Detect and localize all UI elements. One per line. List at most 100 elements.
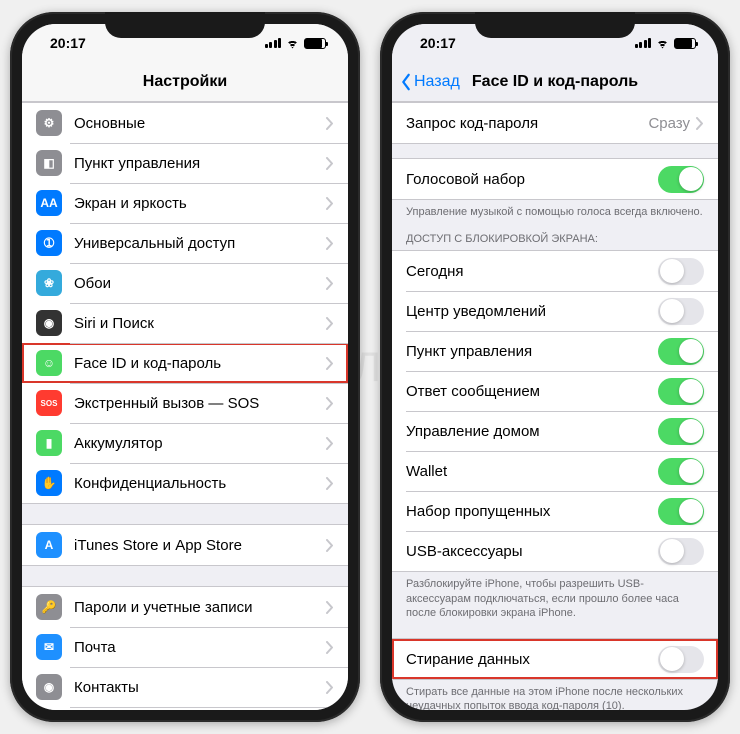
chevron-right-icon xyxy=(326,601,334,614)
sos-icon: SOS xyxy=(36,390,62,416)
row-label: Центр уведомлений xyxy=(406,303,658,320)
row-notif[interactable]: Центр уведомлений xyxy=(392,291,718,331)
status-indicators xyxy=(265,38,327,49)
siri-icon: ◉ xyxy=(36,310,62,336)
store-icon: A xyxy=(36,532,62,558)
signal-icon xyxy=(635,38,652,48)
row-accessibility[interactable]: ➀Универсальный доступ xyxy=(22,223,348,263)
screen-left: 20:17 Настройки ⚙︎Основные◧Пункт управле… xyxy=(22,24,348,710)
row-label: Набор пропущенных xyxy=(406,503,658,520)
chevron-right-icon xyxy=(326,641,334,654)
passwords-icon: 🔑 xyxy=(36,594,62,620)
row-label: Wallet xyxy=(406,463,658,480)
row-label: Экстренный вызов — SOS xyxy=(74,395,326,412)
row-missed[interactable]: Набор пропущенных xyxy=(392,491,718,531)
row-label: iTunes Store и App Store xyxy=(74,537,326,554)
row-wallpaper[interactable]: ❀Обои xyxy=(22,263,348,303)
row-label: Пункт управления xyxy=(406,343,658,360)
row-erase-data[interactable]: Стирание данных xyxy=(392,639,718,679)
faceid-settings[interactable]: Запрос код-пароля Сразу Голосовой набор … xyxy=(392,102,718,710)
row-value: Сразу xyxy=(648,115,690,132)
row-label: Контакты xyxy=(74,679,326,696)
chevron-right-icon xyxy=(326,237,334,250)
toggle-missed[interactable] xyxy=(658,498,704,525)
row-calendar[interactable]: ▭Календарь xyxy=(22,707,348,710)
toggle-today[interactable] xyxy=(658,258,704,285)
row-display[interactable]: AA Экран и яркость xyxy=(22,183,348,223)
row-contacts[interactable]: ◉ Контакты xyxy=(22,667,348,707)
chevron-right-icon xyxy=(696,117,704,130)
chevron-right-icon xyxy=(326,477,334,490)
faceid-icon: ☺︎ xyxy=(36,350,62,376)
row-passcode-request[interactable]: Запрос код-пароля Сразу xyxy=(392,103,718,143)
row-label: Экран и яркость xyxy=(74,195,326,212)
contacts-icon: ◉ xyxy=(36,674,62,700)
wifi-icon xyxy=(655,38,670,49)
row-faceid[interactable]: ☺︎ Face ID и код-пароль xyxy=(22,343,348,383)
voice-footer: Управление музыкой с помощью голоса всег… xyxy=(392,200,718,219)
row-sos[interactable]: SOS Экстренный вызов — SOS xyxy=(22,383,348,423)
row-label: Стирание данных xyxy=(406,651,658,668)
toggle-erase-data[interactable] xyxy=(658,646,704,673)
row-label: Пароли и учетные записи xyxy=(74,599,326,616)
row-label: Ответ сообщением xyxy=(406,383,658,400)
phone-right: 20:17 Назад Face ID и код-пароль Запрос … xyxy=(380,12,730,722)
row-label: Siri и Поиск xyxy=(74,315,326,332)
row-label: Голосовой набор xyxy=(406,171,658,188)
row-passwords[interactable]: 🔑 Пароли и учетные записи xyxy=(22,587,348,627)
nav-bar: Назад Face ID и код-пароль xyxy=(392,62,718,102)
wallpaper-icon: ❀ xyxy=(36,270,62,296)
chevron-right-icon xyxy=(326,681,334,694)
row-general[interactable]: ⚙︎Основные xyxy=(22,103,348,143)
back-button[interactable]: Назад xyxy=(400,73,460,91)
row-label: Управление домом xyxy=(406,423,658,440)
row-home[interactable]: Управление домом xyxy=(392,411,718,451)
toggle-usb[interactable] xyxy=(658,538,704,565)
row-store[interactable]: AiTunes Store и App Store xyxy=(22,525,348,565)
row-label: Универсальный доступ xyxy=(74,235,326,252)
toggle-notif[interactable] xyxy=(658,298,704,325)
notch xyxy=(105,12,265,38)
toggle-control[interactable] xyxy=(658,338,704,365)
row-battery[interactable]: ▮ Аккумулятор xyxy=(22,423,348,463)
battery-icon xyxy=(304,38,326,49)
row-label: Запрос код-пароля xyxy=(406,115,648,132)
row-siri[interactable]: ◉ Siri и Поиск xyxy=(22,303,348,343)
wifi-icon xyxy=(285,38,300,49)
row-label: Сегодня xyxy=(406,263,658,280)
row-label: Face ID и код-пароль xyxy=(74,355,326,372)
battery-icon: ▮ xyxy=(36,430,62,456)
notch xyxy=(475,12,635,38)
row-wallet[interactable]: Wallet xyxy=(392,451,718,491)
row-today[interactable]: Сегодня xyxy=(392,251,718,291)
general-icon: ⚙︎ xyxy=(36,110,62,136)
chevron-left-icon xyxy=(400,73,412,91)
row-control-center[interactable]: ◧Пункт управления xyxy=(22,143,348,183)
chevron-right-icon xyxy=(326,357,334,370)
toggle-wallet[interactable] xyxy=(658,458,704,485)
row-mail[interactable]: ✉︎Почта xyxy=(22,627,348,667)
chevron-right-icon xyxy=(326,277,334,290)
chevron-right-icon xyxy=(326,539,334,552)
erase-footer: Стирать все данные на этом iPhone после … xyxy=(392,680,718,710)
chevron-right-icon xyxy=(326,397,334,410)
row-reply[interactable]: Ответ сообщением xyxy=(392,371,718,411)
screen-right: 20:17 Назад Face ID и код-пароль Запрос … xyxy=(392,24,718,710)
privacy-icon: ✋ xyxy=(36,470,62,496)
row-label: USB-аксессуары xyxy=(406,543,658,560)
toggle-home[interactable] xyxy=(658,418,704,445)
mail-icon: ✉︎ xyxy=(36,634,62,660)
lock-access-header: ДОСТУП С БЛОКИРОВКОЙ ЭКРАНА: xyxy=(392,219,718,250)
chevron-right-icon xyxy=(326,117,334,130)
row-voice-dial[interactable]: Голосовой набор xyxy=(392,159,718,199)
toggle-reply[interactable] xyxy=(658,378,704,405)
row-usb[interactable]: USB-аксессуары xyxy=(392,531,718,571)
chevron-right-icon xyxy=(326,157,334,170)
row-label: Аккумулятор xyxy=(74,435,326,452)
row-control[interactable]: Пункт управления xyxy=(392,331,718,371)
display-icon: AA xyxy=(36,190,62,216)
toggle-voice-dial[interactable] xyxy=(658,166,704,193)
chevron-right-icon xyxy=(326,437,334,450)
settings-list[interactable]: ⚙︎Основные◧Пункт управления AA Экран и ярк… xyxy=(22,102,348,710)
row-privacy[interactable]: ✋Конфиденциальность xyxy=(22,463,348,503)
